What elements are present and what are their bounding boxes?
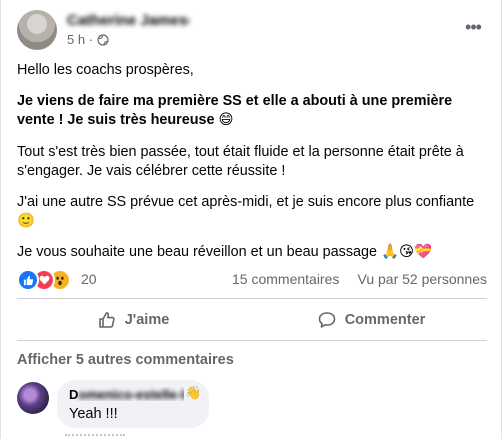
comment-icon (318, 312, 336, 328)
more-options-icon[interactable]: ••• (461, 18, 485, 36)
reaction-count[interactable]: 20 (81, 271, 97, 287)
facebook-post: Catherine Jameson 5 h · ••• Hello les co… (0, 0, 502, 439)
wave-icon: 👋 (185, 385, 202, 400)
commenter-initial: D (69, 387, 79, 401)
view-more-comments-link[interactable]: Afficher 5 autres commentaires (17, 352, 234, 368)
views-count[interactable]: Vu par 52 personnes (358, 271, 487, 287)
divider (17, 340, 487, 341)
comments-count[interactable]: 15 commentaires (232, 271, 339, 287)
globe-icon (97, 33, 109, 46)
post-paragraph: Hello les coachs prospères, (17, 62, 194, 78)
post-paragraph: Je vous souhaite une beau réveillon et u… (17, 244, 432, 261)
comment-item: Domenico-estelle-lacroix 👋 Yeah !!! (17, 380, 487, 430)
comment-text: Yeah !!! (69, 406, 118, 422)
post-paragraph: Tout s'est très bien passée, tout était … (17, 143, 464, 179)
like-button[interactable]: J'aime (17, 302, 249, 338)
thumbs-up-icon (98, 312, 115, 328)
post-paragraph: J'ai une autre SS prévue cet après-midi,… (17, 194, 475, 230)
post-header: Catherine Jameson 5 h · ••• (17, 10, 487, 54)
reaction-summary: 20 15 commentaires Vu par 52 personnes (17, 268, 487, 291)
post-content: Hello les coachs prospères, Je viens de … (17, 61, 487, 275)
post-time[interactable]: 5 h · (67, 32, 93, 47)
like-reaction-icon (17, 269, 39, 291)
comment-label: Commenter (344, 312, 426, 328)
commenter-avatar[interactable] (17, 382, 49, 414)
post-meta: 5 h · (67, 32, 109, 47)
comment-bubble: Domenico-estelle-lacroix 👋 Yeah !!! (57, 380, 209, 428)
like-label: J'aime (124, 312, 170, 328)
commenter-name[interactable]: Domenico-estelle-lacroix (69, 387, 184, 401)
author-avatar[interactable] (17, 10, 57, 50)
comment-actions-partial (65, 434, 125, 441)
action-bar: J'aime Commenter (17, 302, 487, 338)
author-name[interactable]: Catherine Jameson (67, 12, 189, 28)
post-paragraph: Je viens de faire ma première SS et elle… (17, 93, 453, 129)
comment-button[interactable]: Commenter (255, 302, 487, 338)
divider (17, 298, 487, 299)
commenter-name-rest: omenico-estelle-lacroix (78, 387, 184, 401)
